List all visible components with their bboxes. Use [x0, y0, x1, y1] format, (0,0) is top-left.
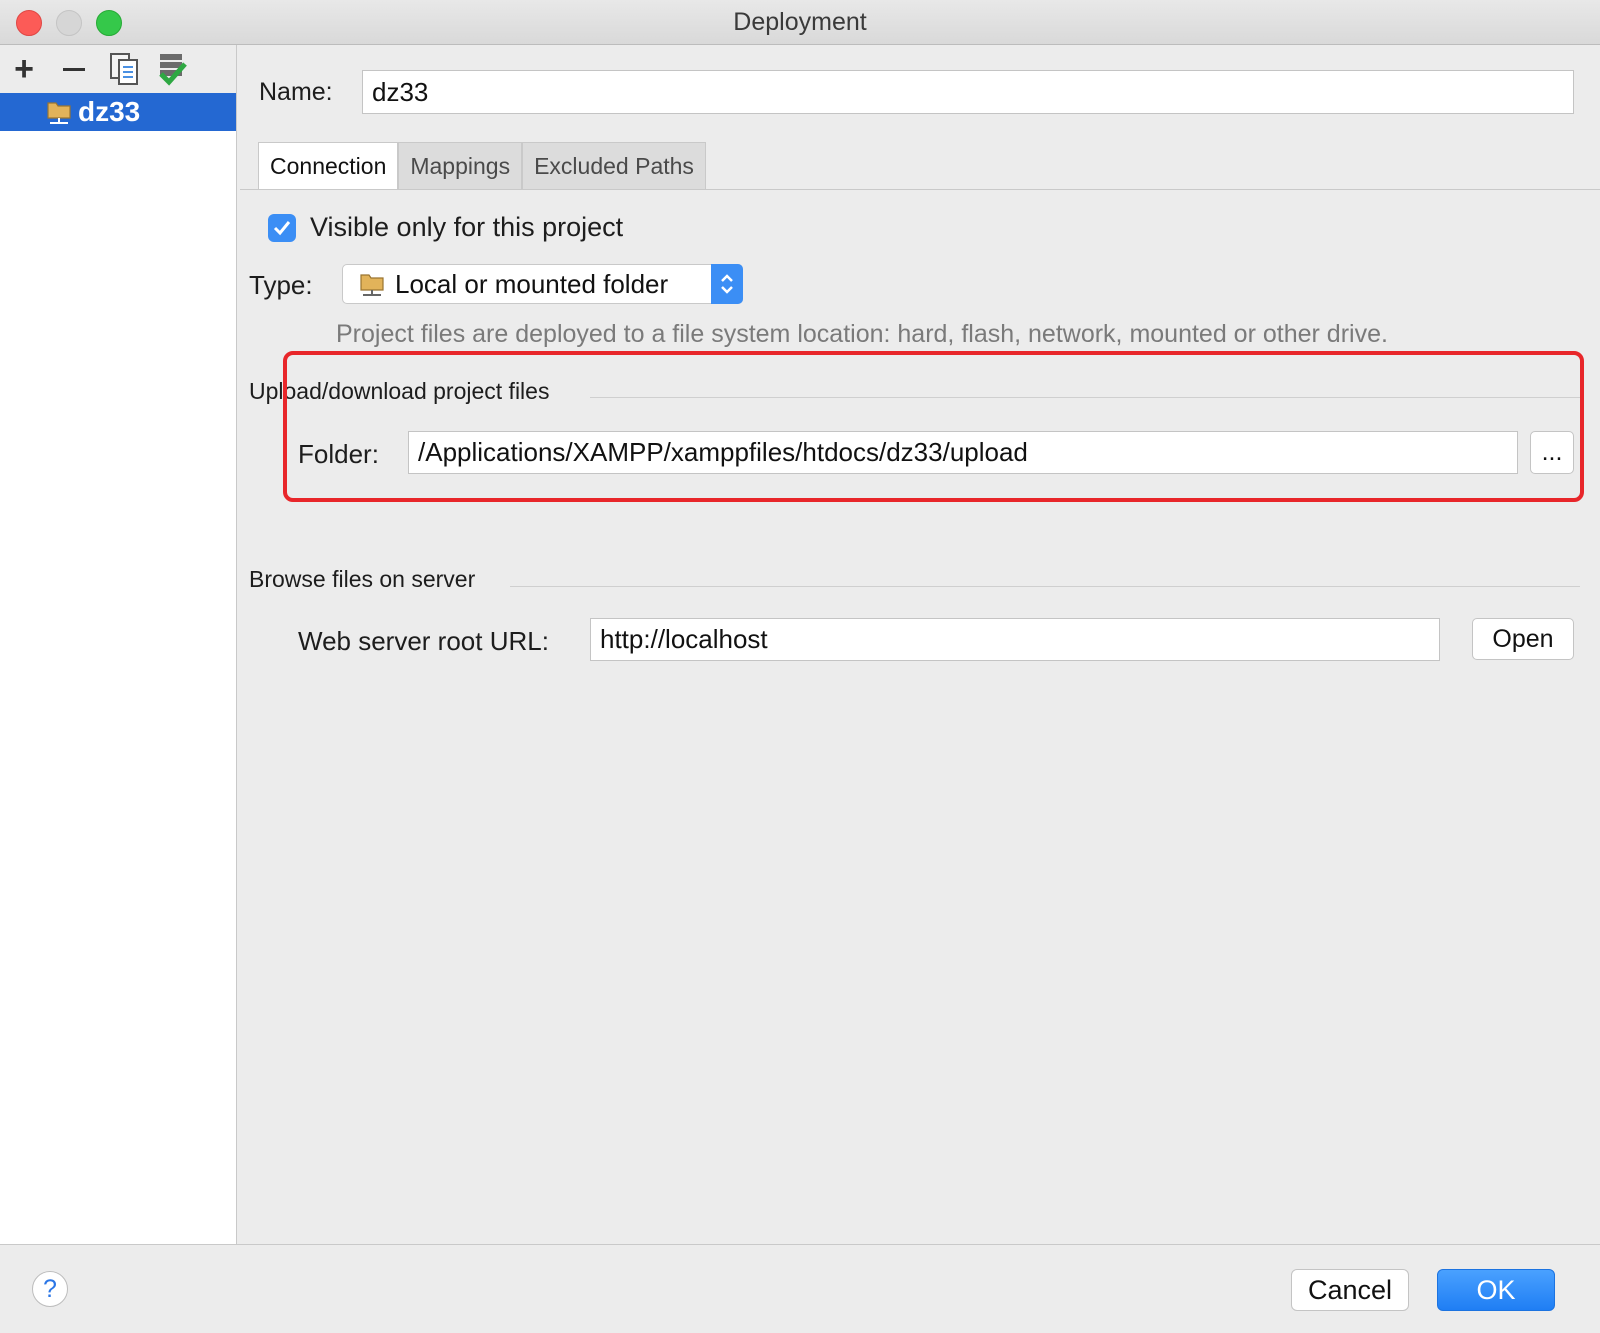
folder-icon: [360, 274, 384, 296]
plus-icon: +: [14, 50, 34, 88]
cancel-button[interactable]: Cancel: [1291, 1269, 1409, 1311]
dialog-footer: ? Cancel OK: [0, 1244, 1600, 1333]
ok-button[interactable]: OK: [1437, 1269, 1555, 1311]
help-button[interactable]: ?: [32, 1271, 68, 1307]
add-server-button[interactable]: +: [6, 51, 42, 87]
use-as-default-button[interactable]: [154, 51, 190, 87]
type-select[interactable]: Local or mounted folder: [342, 264, 743, 304]
title-bar: Deployment: [0, 0, 1600, 45]
question-mark-icon: ?: [43, 1274, 57, 1303]
tab-mappings[interactable]: Mappings: [398, 142, 523, 189]
folder-field[interactable]: /Applications/XAMPP/xamppfiles/htdocs/dz…: [408, 431, 1518, 474]
server-list-item[interactable]: dz33: [0, 93, 236, 131]
copy-server-button[interactable]: [106, 51, 142, 87]
tabs-divider: [240, 189, 1600, 190]
type-label: Type:: [249, 270, 313, 300]
tab-connection[interactable]: Connection: [258, 142, 399, 189]
browse-group-divider: [510, 586, 1580, 587]
servers-panel: + dz33: [0, 45, 237, 1244]
copy-icon: [110, 53, 138, 85]
upload-group-divider: [590, 397, 1580, 398]
window-title: Deployment: [733, 8, 867, 36]
tab-excluded-paths[interactable]: Excluded Paths: [522, 142, 706, 189]
web-server-url-field[interactable]: http://localhost: [590, 618, 1440, 661]
browse-group-title: Browse files on server: [249, 566, 488, 593]
visible-only-checkbox[interactable]: [268, 214, 296, 242]
minus-icon: [63, 67, 85, 71]
select-arrows-icon: [711, 264, 743, 304]
upload-group-title: Upload/download project files: [249, 378, 562, 405]
tab-bar: Connection Mappings Excluded Paths: [258, 142, 706, 189]
name-field[interactable]: dz33: [362, 70, 1574, 114]
server-folder-icon: [47, 102, 71, 124]
visible-only-label[interactable]: Visible only for this project: [310, 212, 623, 243]
open-url-button[interactable]: Open: [1472, 618, 1574, 660]
type-select-value: Local or mounted folder: [395, 269, 669, 299]
url-label: Web server root URL:: [298, 626, 549, 656]
servers-toolbar: +: [0, 45, 236, 93]
remove-server-button[interactable]: [56, 51, 92, 87]
server-list-item-label: dz33: [78, 96, 141, 127]
checkmark-icon: [273, 221, 291, 236]
folder-label: Folder:: [298, 439, 379, 469]
name-label: Name:: [259, 78, 333, 106]
server-check-icon: [159, 54, 187, 86]
deployment-dialog: Deployment + dz33 Name: dz33 Connection …: [0, 0, 1600, 1333]
type-description: Project files are deployed to a file sys…: [336, 320, 1388, 348]
highlight-annotation: [283, 351, 1584, 502]
browse-folder-button[interactable]: ...: [1530, 431, 1574, 474]
